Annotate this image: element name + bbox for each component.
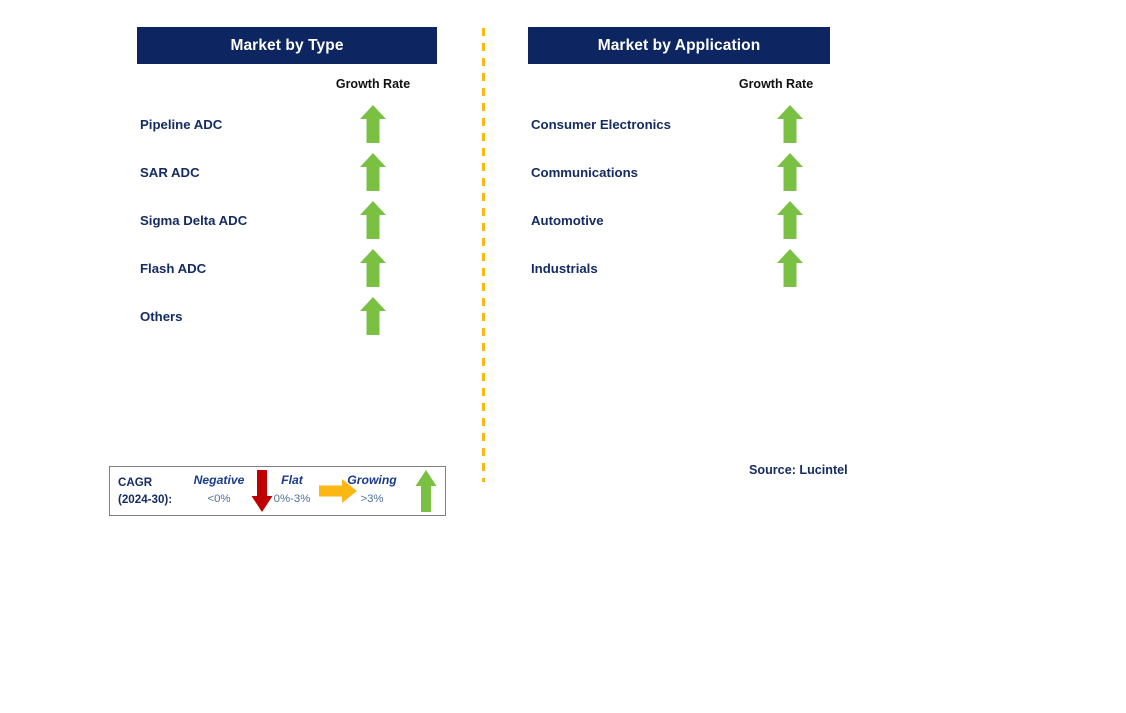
arrow-up-green-icon — [415, 469, 438, 513]
segment-label: Automotive — [531, 212, 604, 228]
source-note: Source: Lucintel — [749, 463, 848, 477]
vertical-dashed-divider — [482, 28, 485, 482]
segment-label: Communications — [531, 164, 638, 180]
table-row: SAR ADC — [137, 148, 437, 196]
segment-label: Flash ADC — [140, 260, 207, 276]
table-row: Consumer Electronics — [528, 100, 830, 148]
arrow-up-green-icon — [776, 104, 804, 144]
table-row: Pipeline ADC — [137, 100, 437, 148]
segment-label: SAR ADC — [140, 164, 200, 180]
arrow-up-green-icon — [359, 104, 387, 144]
legend-item-range: >3% — [360, 493, 384, 505]
table-row: Automotive — [528, 196, 830, 244]
arrow-up-green-icon — [776, 152, 804, 192]
segment-label: Industrials — [531, 260, 598, 276]
segment-label: Consumer Electronics — [531, 116, 671, 132]
table-row: Industrials — [528, 244, 830, 292]
arrow-up-green-icon — [359, 296, 387, 336]
infographic-canvas: Market by Type Growth Rate Pipeline ADC … — [0, 0, 1126, 713]
arrow-up-green-icon — [359, 200, 387, 240]
legend-title: CAGR (2024-30): — [118, 474, 172, 508]
growth-rate-column-header: Growth Rate — [335, 77, 411, 91]
arrow-up-green-icon — [359, 248, 387, 288]
legend-title-line2: (2024-30): — [118, 493, 173, 506]
panel-title: Market by Application — [597, 36, 761, 54]
table-row: Flash ADC — [137, 244, 437, 292]
arrow-up-green-icon — [776, 200, 804, 240]
table-row: Sigma Delta ADC — [137, 196, 437, 244]
segment-label: Others — [140, 308, 183, 324]
legend-item-growing: Growing >3% — [335, 467, 409, 517]
panel-header-market-by-application: Market by Application — [528, 27, 830, 64]
legend-box: CAGR (2024-30): Negative <0% Flat 0%-3% … — [109, 466, 446, 516]
legend-item-label: Growing — [347, 473, 397, 487]
legend-title-line1: CAGR — [118, 476, 153, 489]
arrow-up-green-icon — [359, 152, 387, 192]
table-row: Others — [137, 292, 437, 340]
legend-item-range: <0% — [207, 493, 231, 505]
arrow-up-green-icon — [776, 248, 804, 288]
legend-item-negative: Negative <0% — [182, 467, 256, 517]
table-row: Communications — [528, 148, 830, 196]
growth-rate-column-header: Growth Rate — [738, 77, 814, 91]
panel-title: Market by Type — [230, 36, 344, 54]
panel-header-market-by-type: Market by Type — [137, 27, 437, 64]
legend-item-label: Negative — [193, 473, 245, 487]
segment-label: Pipeline ADC — [140, 116, 223, 132]
segment-label: Sigma Delta ADC — [140, 212, 248, 228]
